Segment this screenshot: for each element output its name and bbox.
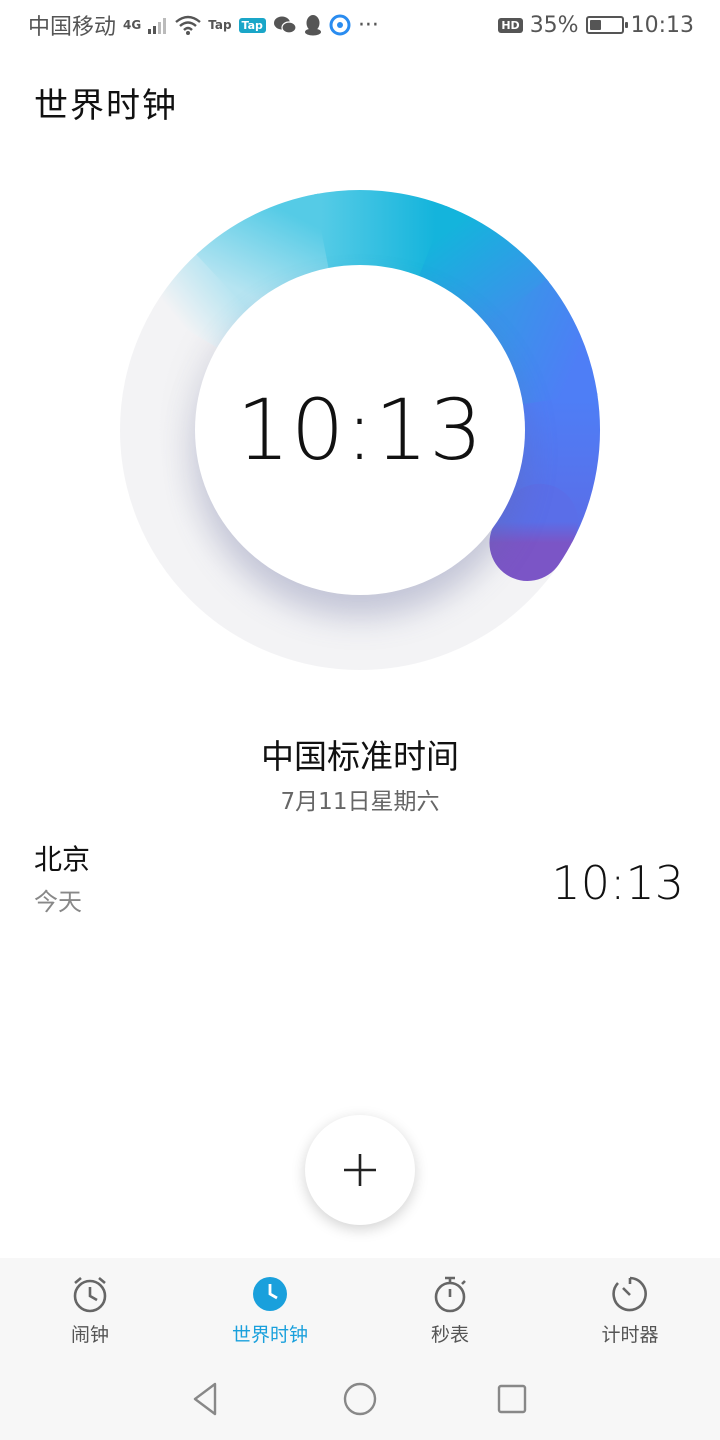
- taptap-app-icon: Tap: [238, 17, 266, 33]
- tab-timer[interactable]: 计时器: [540, 1274, 720, 1354]
- tab-timer-label: 计时器: [601, 1324, 659, 1346]
- city-day: 今天: [34, 888, 82, 916]
- hd-voice-icon: HD: [498, 17, 523, 33]
- dial-time: 10:13: [236, 381, 484, 479]
- dial-progress-segment: [314, 190, 450, 279]
- network-type-label: 4G: [123, 18, 142, 32]
- tab-world-clock-label: 世界时钟: [231, 1324, 308, 1346]
- status-time: 10:13: [630, 12, 694, 38]
- world-clock-icon: [253, 1277, 287, 1311]
- world-clock-dial: 10:13: [110, 180, 610, 680]
- more-notifications-icon: ···: [357, 12, 379, 38]
- tab-alarm-label: 闹钟: [70, 1324, 109, 1346]
- dial-progress-segment: [152, 251, 251, 349]
- dial-progress-end: [489, 483, 578, 581]
- dial-face: 10:13: [195, 265, 525, 595]
- signal-icon: [148, 16, 168, 34]
- dial-progress-segment: [486, 278, 598, 409]
- recents-square-icon[interactable]: [491, 1378, 533, 1420]
- tab-stopwatch[interactable]: 秒表: [360, 1274, 540, 1354]
- tab-alarm[interactable]: 闹钟: [0, 1274, 180, 1354]
- browser-icon: [329, 14, 351, 36]
- timezone-name: 中国标准时间: [261, 737, 459, 776]
- carrier-label: 中国移动: [28, 15, 117, 40]
- battery-level-fill: [589, 20, 601, 30]
- city-name: 北京: [34, 843, 91, 876]
- city-row[interactable]: 北京 今天 10:13: [34, 838, 684, 918]
- stopwatch-icon: [434, 1276, 466, 1313]
- battery-icon: [585, 16, 628, 34]
- bottom-tab-bar: 闹钟 世界时钟 秒表 计时器: [0, 1258, 720, 1440]
- timezone-date: 7月11日星期六: [280, 789, 440, 815]
- wifi-icon: [175, 15, 201, 35]
- tab-stopwatch-label: 秒表: [430, 1324, 469, 1346]
- alarm-clock-icon: [73, 1277, 107, 1313]
- battery-percent: 35%: [529, 12, 579, 38]
- home-circle-icon[interactable]: [339, 1378, 381, 1420]
- system-navigation-bar: [0, 1378, 720, 1420]
- qq-icon: [304, 14, 322, 36]
- tap-app-icon: Tap: [208, 18, 232, 32]
- wechat-icon: [273, 15, 297, 35]
- add-city-button[interactable]: [305, 1115, 415, 1225]
- back-triangle-icon[interactable]: [185, 1378, 227, 1420]
- plus-icon: [344, 1154, 376, 1186]
- tab-world-clock[interactable]: 世界时钟: [180, 1274, 360, 1354]
- status-bar: 中国移动 4G Tap Tap ··· HD 35% 10:13: [0, 0, 720, 50]
- timer-icon: [612, 1276, 647, 1312]
- city-time: 10:13: [551, 856, 684, 910]
- page-title: 世界时钟: [34, 86, 178, 126]
